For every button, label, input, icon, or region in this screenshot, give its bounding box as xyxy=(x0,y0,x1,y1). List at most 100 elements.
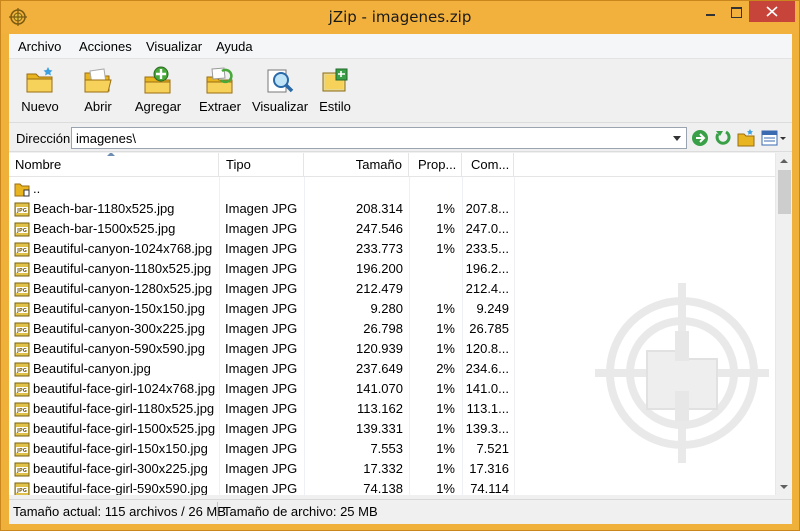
svg-text:JPG: JPG xyxy=(16,468,27,474)
status-divider xyxy=(217,502,218,520)
file-proportion: 1% xyxy=(436,381,455,396)
table-row[interactable]: JPG beautiful-face-girl-300x225.jpg Imagen… xyxy=(9,459,775,479)
view-mode-icon[interactable] xyxy=(760,128,788,148)
file-compressed: 74.114 xyxy=(470,481,509,495)
file-proportion: 1% xyxy=(436,241,455,256)
address-label: Dirección xyxy=(16,131,71,146)
file-name: Beautiful-canyon-300x225.jpg xyxy=(33,321,206,336)
svg-text:JPG: JPG xyxy=(16,248,27,254)
col-header-comp-label: Com... xyxy=(471,157,510,172)
svg-text:JPG: JPG xyxy=(16,388,27,394)
file-type: Imagen JPG xyxy=(225,421,298,436)
view-button-label: Visualizar xyxy=(251,99,309,114)
menu-visualizar[interactable]: Visualizar xyxy=(146,39,202,54)
client-area: Archivo Acciones Visualizar Ayuda Nuevo xyxy=(9,34,792,524)
col-header-comp[interactable]: Com... xyxy=(462,153,514,177)
table-row[interactable]: JPG beautiful-face-girl-590x590.jpg Imagen… xyxy=(9,479,775,495)
jpg-file-icon: JPG xyxy=(14,322,30,337)
table-row[interactable]: .. xyxy=(9,179,775,199)
extract-button[interactable]: Extraer xyxy=(195,63,245,119)
file-type: Imagen JPG xyxy=(225,321,298,336)
file-name: Beautiful-canyon-1024x768.jpg xyxy=(33,241,213,256)
col-header-name-label: Nombre xyxy=(15,157,62,172)
col-header-type[interactable]: Tipo xyxy=(219,153,304,177)
col-header-prop[interactable]: Prop... xyxy=(409,153,462,177)
scroll-down-button[interactable] xyxy=(776,478,792,495)
file-proportion: 1% xyxy=(436,221,455,236)
table-row[interactable]: JPG beautiful-face-girl-150x150.jpg Imagen… xyxy=(9,439,775,459)
jpg-file-icon: JPG xyxy=(14,462,30,477)
svg-text:JPG: JPG xyxy=(16,328,27,334)
file-name: Beautiful-canyon-150x150.jpg xyxy=(33,301,206,316)
file-proportion: 1% xyxy=(436,481,455,495)
table-row[interactable]: JPG Beautiful-canyon-150x150.jpg Imagen JP… xyxy=(9,299,775,319)
jpg-file-icon: JPG xyxy=(14,262,30,277)
table-row[interactable]: JPG Beautiful-canyon-1180x525.jpg Imagen J… xyxy=(9,259,775,279)
file-name: beautiful-face-girl-150x150.jpg xyxy=(33,441,208,456)
file-proportion: 1% xyxy=(436,321,455,336)
file-proportion: 2% xyxy=(436,361,455,376)
address-combobox[interactable]: imagenes\ xyxy=(71,127,687,149)
file-size: 233.773 xyxy=(356,241,403,256)
file-compressed: 7.521 xyxy=(476,441,509,456)
scroll-up-button[interactable] xyxy=(776,153,792,170)
file-name: beautiful-face-girl-1180x525.jpg xyxy=(33,401,215,416)
table-row[interactable]: JPG beautiful-face-girl-1024x768.jpg Image… xyxy=(9,379,775,399)
file-type: Imagen JPG xyxy=(225,481,298,495)
scroll-thumb[interactable] xyxy=(778,170,791,214)
file-type: Imagen JPG xyxy=(225,261,298,276)
vertical-scrollbar[interactable] xyxy=(775,153,792,495)
jpg-file-icon: JPG xyxy=(14,482,30,495)
new-folder-small-icon[interactable] xyxy=(736,128,756,148)
table-row[interactable]: JPG Beautiful-canyon-1024x768.jpg Imagen J… xyxy=(9,239,775,259)
file-compressed: 233.5... xyxy=(465,241,509,256)
maximize-button[interactable] xyxy=(723,1,749,22)
file-rows: .. JPG Beach-bar-1180x525.jpg Imagen JPG 208… xyxy=(9,179,775,495)
view-button[interactable]: Visualizar xyxy=(249,63,311,119)
close-button[interactable] xyxy=(749,1,795,22)
file-name: Beautiful-canyon.jpg xyxy=(33,361,151,376)
add-button-label: Agregar xyxy=(134,99,182,114)
status-archive-size: Tamaño de archivo: 25 MB xyxy=(223,504,378,519)
table-row[interactable]: JPG Beautiful-canyon-590x590.jpg Imagen JP… xyxy=(9,339,775,359)
title-bar[interactable]: jZip - imagenes.zip xyxy=(1,1,799,34)
style-button[interactable]: Estilo xyxy=(315,63,355,119)
menu-acciones[interactable]: Acciones xyxy=(79,39,132,54)
table-row[interactable]: JPG Beach-bar-1180x525.jpg Imagen JPG 208.3… xyxy=(9,199,775,219)
file-name: Beach-bar-1180x525.jpg xyxy=(33,201,175,216)
go-icon[interactable] xyxy=(690,128,710,148)
up-level-icon[interactable] xyxy=(713,128,733,148)
new-button[interactable]: Nuevo xyxy=(17,63,63,119)
open-button[interactable]: Abrir xyxy=(77,63,119,119)
file-list[interactable]: Nombre Tipo Tamaño Prop... Com... .. JPG… xyxy=(9,153,792,495)
table-row[interactable]: JPG Beach-bar-1500x525.jpg Imagen JPG 247.5… xyxy=(9,219,775,239)
add-icon xyxy=(144,66,171,94)
add-button[interactable]: Agregar xyxy=(131,63,185,119)
svg-text:JPG: JPG xyxy=(16,308,27,314)
file-compressed: 9.249 xyxy=(476,301,509,316)
app-window: jZip - imagenes.zip Archivo Acciones Vis… xyxy=(0,0,800,531)
jpg-file-icon: JPG xyxy=(14,302,30,317)
table-row[interactable]: JPG Beautiful-canyon-1280x525.jpg Imagen J… xyxy=(9,279,775,299)
table-row[interactable]: JPG beautiful-face-girl-1500x525.jpg Image… xyxy=(9,419,775,439)
table-row[interactable]: JPG Beautiful-canyon.jpg Imagen JPG 237.649… xyxy=(9,359,775,379)
file-name: Beach-bar-1500x525.jpg xyxy=(33,221,176,236)
col-header-prop-label: Prop... xyxy=(418,157,457,172)
svg-text:JPG: JPG xyxy=(16,288,27,294)
chevron-down-icon[interactable] xyxy=(669,128,686,148)
file-proportion: 1% xyxy=(436,201,455,216)
file-type: Imagen JPG xyxy=(225,381,298,396)
svg-text:JPG: JPG xyxy=(16,408,27,414)
menu-bar: Archivo Acciones Visualizar Ayuda xyxy=(9,34,792,59)
svg-text:JPG: JPG xyxy=(16,368,27,374)
table-row[interactable]: JPG beautiful-face-girl-1180x525.jpg Image… xyxy=(9,399,775,419)
table-row[interactable]: JPG Beautiful-canyon-300x225.jpg Imagen JP… xyxy=(9,319,775,339)
menu-archivo[interactable]: Archivo xyxy=(18,39,61,54)
menu-ayuda[interactable]: Ayuda xyxy=(216,39,253,54)
col-header-size[interactable]: Tamaño xyxy=(304,153,409,177)
col-header-name[interactable]: Nombre xyxy=(9,153,219,177)
file-size: 7.553 xyxy=(370,441,403,456)
file-proportion: 1% xyxy=(436,401,455,416)
svg-text:JPG: JPG xyxy=(16,228,27,234)
minimize-button[interactable] xyxy=(697,1,723,22)
